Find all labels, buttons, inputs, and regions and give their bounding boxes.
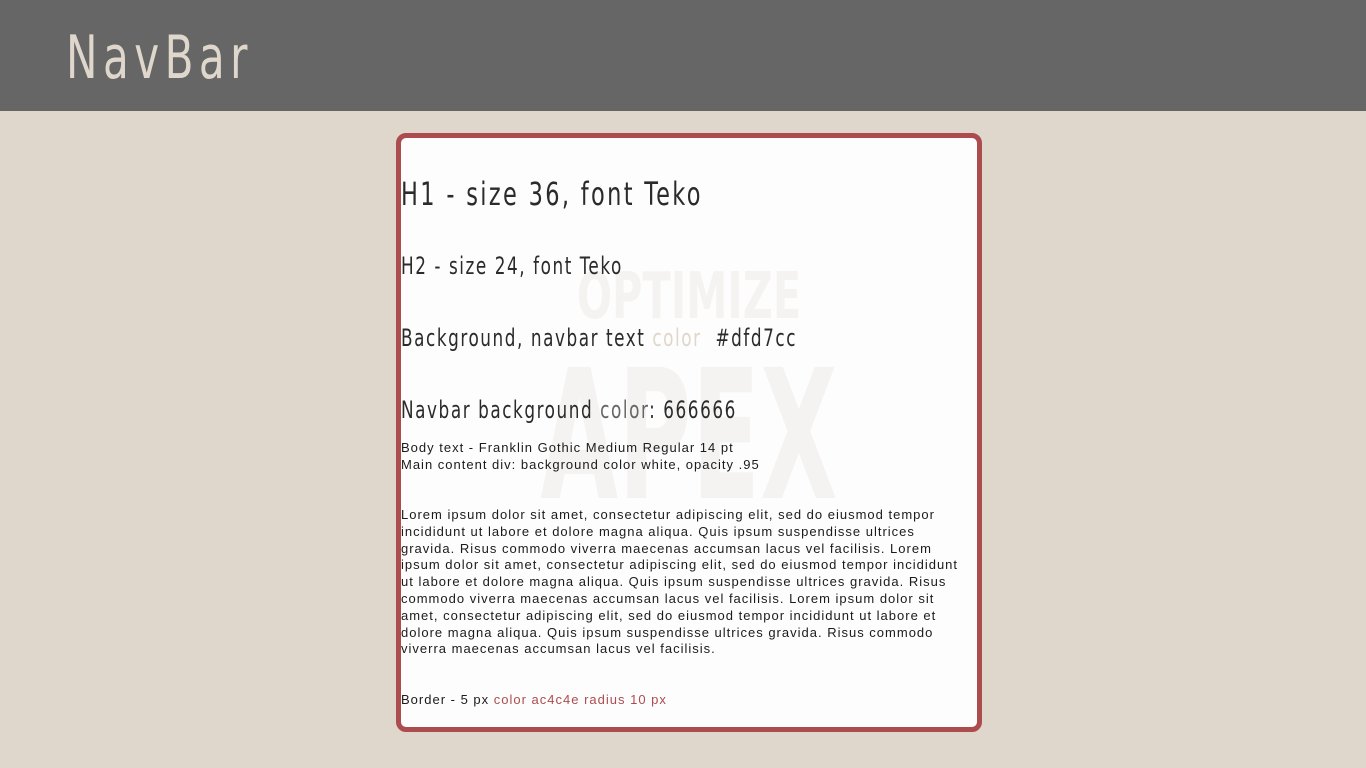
background-color-value: #dfd7cc [701, 324, 798, 352]
navbar-bg-color-word: color [600, 396, 650, 424]
heading-h1: H1 - size 36, font Teko [401, 175, 703, 213]
main-div-note: Main content div: background color white… [401, 457, 760, 472]
main-content: OPTIMIZE APEX H1 - size 36, font Teko H2… [396, 133, 982, 732]
content-area: H1 - size 36, font Teko H2 - size 24, fo… [401, 138, 977, 727]
navbar-bg-color-line: Navbar background color: 666666 [401, 395, 737, 425]
background-color-prefix: Background, navbar text [401, 324, 653, 352]
background-color-word: color [652, 324, 702, 352]
border-note: Border - 5 px color ac4c4e radius 10 px [401, 692, 967, 709]
navbar-title[interactable]: NavBar [66, 18, 253, 98]
border-note-color: color ac4c4e radius 10 px [493, 692, 667, 707]
border-note-prefix: Border - 5 px [401, 692, 494, 707]
body-text-note: Body text - Franklin Gothic Medium Regul… [401, 440, 734, 455]
navbar-bg-value: : 666666 [649, 396, 737, 424]
heading-h2: H2 - size 24, font Teko [401, 252, 623, 280]
lorem-paragraph: Lorem ipsum dolor sit amet, consectetur … [401, 507, 959, 657]
navbar-bg-prefix: Navbar background [401, 396, 601, 424]
background-color-line: Background, navbar text color #dfd7cc [401, 323, 797, 353]
navbar: NavBar [0, 0, 1366, 111]
